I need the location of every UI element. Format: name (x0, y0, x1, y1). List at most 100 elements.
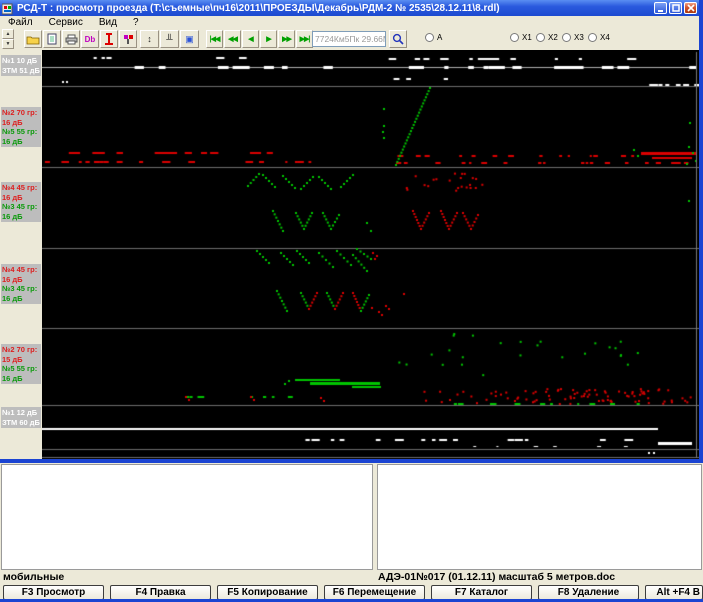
channel-text: 16 дБ (2, 293, 23, 303)
nav-rewind-button[interactable]: ◀◀ (224, 30, 241, 48)
title-bar[interactable]: РСД-Т : просмотр проезда (T:\съемные\пч1… (0, 0, 699, 16)
defectogram-canvas[interactable] (42, 50, 699, 459)
channel-text: 16 дБ (2, 211, 23, 221)
file-panel-left[interactable] (1, 464, 373, 570)
channel-text: №2 70 гр: (2, 345, 38, 354)
spinner-up-button[interactable]: ▲ (2, 29, 14, 39)
screen: РСД-Т : просмотр проезда (T:\съемные\пч1… (0, 0, 703, 602)
channel-text: 16 дБ (2, 274, 23, 284)
folder-open-icon (26, 36, 40, 44)
channel-label-gutter: №1 10 дБ ЗТМ 51 дБ №2 70 гр: 16 дБ №5 55… (0, 50, 42, 459)
fkey-f4-edit-button[interactable]: F4 Правка (110, 585, 211, 600)
channel-label-6: №1 12 дБ ЗТМ 60 дБ (1, 407, 41, 428)
toolbar: ▲ ▼ Db ↕ ╨ ▣ |◀◀ ◀◀ ◀ ▶ ▶▶ ▶▶| 7724Км5Пк… (0, 29, 699, 51)
document-icon (47, 33, 57, 45)
nav-last-icon: ▶▶| (299, 36, 311, 43)
db-icon: Db (84, 34, 96, 44)
fkey-f3-view-button[interactable]: F3 Просмотр (3, 585, 104, 600)
menu-help[interactable]: ? (125, 17, 147, 28)
scale-radio-x1[interactable]: X1 (510, 33, 532, 42)
channel-text: ЗТМ 60 дБ (2, 417, 40, 427)
print-button[interactable] (62, 30, 80, 48)
status-right: АДЭ-01№017 (01.12.11) масштаб 5 метров.d… (378, 571, 616, 583)
radio-circle (562, 33, 571, 42)
channel-text: №3 45 гр: (2, 202, 38, 211)
radio-label: А (437, 33, 443, 42)
rail-marker-icon (124, 35, 133, 44)
radio-circle (536, 33, 545, 42)
spinner: ▲ ▼ (2, 29, 14, 49)
channel-label-4: №4 45 гр: 16 дБ №3 45 гр: 16 дБ (1, 264, 41, 304)
printer-icon (65, 34, 77, 44)
channel-text: №1 10 дБ (2, 56, 38, 65)
vertical-scale-button[interactable]: ↕ (140, 30, 159, 48)
file-panel-right[interactable] (377, 464, 702, 570)
nav-forward-icon: ▶▶ (282, 36, 292, 43)
close-button[interactable] (684, 2, 697, 14)
search-button[interactable] (389, 30, 407, 48)
nav-rewind-icon: ◀◀ (228, 36, 238, 43)
fkey-altf4-exit-button[interactable]: Alt +F4 В (645, 585, 703, 600)
spinner-down-button[interactable]: ▼ (2, 39, 14, 49)
menu-file[interactable]: Файл (0, 17, 41, 28)
channel-label-5: №2 70 гр: 15 дБ №5 55 гр: 16 дБ (1, 344, 41, 384)
scale-radio-a[interactable]: А (425, 33, 442, 42)
nav-prev-icon: ◀ (248, 36, 253, 43)
fkey-f7-mkdir-button[interactable]: F7 Каталог (431, 585, 532, 600)
fkey-f6-move-button[interactable]: F6 Перемещение (324, 585, 425, 600)
channel-text: 16 дБ (2, 192, 23, 202)
maximize-button[interactable] (669, 2, 682, 14)
radio-circle (425, 33, 434, 42)
nav-next-icon: ▶ (266, 36, 271, 43)
channel-text: №1 12 дБ (2, 408, 38, 417)
minimize-button[interactable] (654, 2, 667, 14)
radio-circle (588, 33, 597, 42)
menu-view[interactable]: Вид (91, 17, 125, 28)
channel-text: 15 дБ (2, 354, 23, 364)
rail-marker-button[interactable] (119, 30, 137, 48)
radio-label: X3 (574, 33, 584, 42)
menu-service[interactable]: Сервис (41, 17, 91, 28)
nav-last-button[interactable]: ▶▶| (296, 30, 313, 48)
scale-radio-x3[interactable]: X3 (562, 33, 584, 42)
search-icon (392, 33, 404, 45)
fkey-f5-copy-button[interactable]: F5 Копирование (217, 585, 318, 600)
nav-next-button[interactable]: ▶ (260, 30, 277, 48)
channel-label-1: №1 10 дБ ЗТМ 51 дБ (1, 55, 41, 76)
channel-text: 16 дБ (2, 117, 23, 127)
radio-label: X4 (600, 33, 610, 42)
channel-text: №2 70 гр: (2, 108, 38, 117)
nav-first-button[interactable]: |◀◀ (206, 30, 223, 48)
rail-profile-icon (105, 33, 113, 45)
coordinate-input[interactable]: 7724Км5Пк 29.66М (312, 31, 386, 47)
channel-text: №3 45 гр: (2, 284, 38, 293)
channel-text: №4 45 гр: (2, 265, 38, 274)
nav-forward-button[interactable]: ▶▶ (278, 30, 295, 48)
rail-section-button[interactable] (100, 30, 118, 48)
fkey-f8-delete-button[interactable]: F8 Удаление (538, 585, 639, 600)
channel-text: ЗТМ 51 дБ (2, 65, 40, 75)
horizontal-scale-button[interactable]: ╨ (160, 30, 179, 48)
open-file-button[interactable] (24, 30, 42, 48)
channel-text: №5 55 гр: (2, 364, 38, 373)
screen-icon: ▣ (185, 33, 194, 44)
radio-label: X1 (522, 33, 532, 42)
app-icon (1, 2, 14, 15)
app-window: РСД-Т : просмотр проезда (T:\съемные\пч1… (0, 0, 703, 463)
scale-radio-x4[interactable]: X4 (588, 33, 610, 42)
radio-label: X2 (548, 33, 558, 42)
channel-text: 16 дБ (2, 136, 23, 146)
window-title: РСД-Т : просмотр проезда (T:\съемные\пч1… (17, 2, 500, 14)
channel-text: №4 45 гр: (2, 183, 38, 192)
screen-mode-button[interactable]: ▣ (180, 30, 199, 48)
scale-radio-x2[interactable]: X2 (536, 33, 558, 42)
channel-text: 16 дБ (2, 373, 23, 383)
nav-prev-button[interactable]: ◀ (242, 30, 259, 48)
database-button[interactable]: Db (81, 30, 99, 48)
report-button[interactable] (43, 30, 61, 48)
channel-label-2: №2 70 гр: 16 дБ №5 55 гр: 16 дБ (1, 107, 41, 147)
channel-text: №5 55 гр: (2, 127, 38, 136)
nav-first-icon: |◀◀ (209, 36, 221, 43)
menu-bar: Файл Сервис Вид ? (0, 16, 699, 29)
status-left: мобильные (3, 571, 65, 583)
